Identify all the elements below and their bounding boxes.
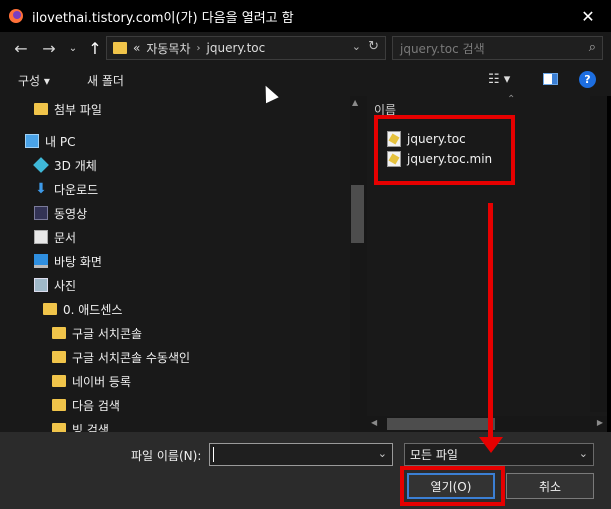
nav-item-label: 구글 서치콘솔 수동색인 bbox=[72, 350, 191, 365]
address-bar[interactable]: « 자동목차 › jquery.toc ⌄ ↻ bbox=[106, 36, 386, 60]
chevron-down-icon[interactable]: ⌄ bbox=[579, 447, 588, 460]
search-input[interactable]: jquery.toc 검색 ⌕ bbox=[392, 36, 603, 60]
nav-item-attachments[interactable]: 첨부 파일 bbox=[34, 98, 102, 120]
js-file-icon bbox=[387, 131, 401, 147]
open-button[interactable]: 열기(O) bbox=[407, 473, 495, 499]
filename-input[interactable]: ⌄ bbox=[209, 443, 393, 466]
nav-item-label: 첨부 파일 bbox=[54, 102, 102, 117]
folder-icon bbox=[34, 103, 48, 115]
nav-item-videos[interactable]: 동영상 bbox=[34, 202, 87, 224]
breadcrumb-item[interactable]: 자동목차 bbox=[146, 40, 190, 57]
folder-icon bbox=[52, 399, 66, 411]
file-list-vscrollbar[interactable] bbox=[590, 96, 607, 412]
breadcrumb-overflow[interactable]: « bbox=[133, 41, 140, 55]
filename-label: 파일 이름(N): bbox=[131, 449, 202, 463]
folder-icon bbox=[43, 303, 57, 315]
chevron-down-icon[interactable]: ⌄ bbox=[378, 447, 387, 460]
forward-arrow-icon[interactable]: → bbox=[38, 38, 60, 58]
nav-item-label: 0. 애드센스 bbox=[63, 302, 123, 317]
3d-objects-icon bbox=[33, 157, 49, 173]
scroll-right-icon[interactable]: ▶ bbox=[597, 418, 603, 427]
nav-item-label: 다음 검색 bbox=[72, 398, 120, 413]
window-title: ilovethai.tistory.com이(가) 다음을 열려고 함 bbox=[32, 10, 294, 26]
nav-item-label: 사진 bbox=[54, 278, 77, 293]
nav-item-pictures[interactable]: 사진 bbox=[34, 274, 76, 296]
nav-item-label: 내 PC bbox=[45, 134, 76, 149]
folder-icon bbox=[52, 375, 66, 387]
navigation-pane[interactable]: 첨부 파일 내 PC 3D 개체 ⬇ 다운로드 동영상 문서 바탕 화면 사진 … bbox=[0, 96, 350, 432]
file-type-value: 모든 파일 bbox=[410, 448, 458, 462]
nav-scrollbar[interactable] bbox=[350, 96, 367, 432]
file-list-hscrollbar[interactable]: ◀ ▶ bbox=[367, 416, 607, 432]
folder-icon bbox=[52, 423, 66, 432]
document-icon bbox=[34, 230, 48, 244]
nav-scrollbar-thumb[interactable] bbox=[351, 185, 364, 243]
folder-icon bbox=[52, 351, 66, 363]
nav-item-documents[interactable]: 문서 bbox=[34, 226, 76, 248]
cancel-button[interactable]: 취소 bbox=[506, 473, 594, 499]
nav-item-label: 다운로드 bbox=[54, 182, 99, 197]
command-bar: 구성 ▾ 새 폴더 ☷ ▾ ? bbox=[0, 64, 611, 96]
nav-item-label: 바탕 화면 bbox=[54, 254, 102, 269]
file-item[interactable]: jquery.toc bbox=[387, 129, 466, 149]
scroll-left-icon[interactable]: ◀ bbox=[371, 418, 377, 427]
folder-icon bbox=[113, 42, 127, 54]
download-icon: ⬇ bbox=[35, 181, 47, 197]
text-caret bbox=[213, 447, 214, 462]
hscrollbar-thumb[interactable] bbox=[387, 418, 495, 430]
folder-icon bbox=[52, 327, 66, 339]
nav-item-label: 빙 검색 bbox=[72, 422, 109, 433]
nav-item-adsense[interactable]: 0. 애드센스 bbox=[43, 298, 122, 320]
close-button[interactable]: ✕ bbox=[565, 0, 611, 32]
refresh-icon[interactable]: ↻ bbox=[368, 39, 379, 54]
nav-item-label: 동영상 bbox=[54, 206, 88, 221]
nav-item-label: 네이버 등록 bbox=[72, 374, 132, 389]
new-folder-button[interactable]: 새 폴더 bbox=[87, 72, 124, 89]
file-name: jquery.toc bbox=[407, 132, 466, 146]
nav-item-google-search-console[interactable]: 구글 서치콘솔 bbox=[52, 322, 142, 344]
up-arrow-icon[interactable]: ↑ bbox=[84, 38, 106, 58]
nav-item-label: 구글 서치콘솔 bbox=[72, 326, 143, 341]
dialog-footer: 파일 이름(N): ⌄ 모든 파일 ⌄ 열기(O) 취소 bbox=[0, 432, 611, 509]
annotation-arrow-head-icon bbox=[479, 437, 503, 453]
preview-pane-icon[interactable] bbox=[543, 73, 558, 85]
nav-item-label: 문서 bbox=[54, 230, 77, 245]
column-header-name[interactable]: 이름 bbox=[374, 101, 396, 118]
js-file-icon bbox=[387, 151, 401, 167]
file-name: jquery.toc.min bbox=[407, 152, 493, 166]
nav-item-label: 3D 개체 bbox=[54, 158, 97, 173]
address-row: ← → ⌄ ↑ « 자동목차 › jquery.toc ⌄ ↻ jquery.t… bbox=[0, 32, 611, 64]
nav-item-desktop[interactable]: 바탕 화면 bbox=[34, 250, 102, 272]
nav-item-daum[interactable]: 다음 검색 bbox=[52, 394, 120, 416]
sort-ascending-icon: ⌃ bbox=[507, 94, 516, 105]
recent-dropdown-icon[interactable]: ⌄ bbox=[62, 38, 84, 58]
scroll-up-icon[interactable]: ▲ bbox=[352, 98, 358, 107]
back-arrow-icon[interactable]: ← bbox=[10, 38, 32, 58]
nav-item-3d-objects[interactable]: 3D 개체 bbox=[33, 154, 97, 176]
file-list[interactable]: 이름 ⌃ jquery.toc jquery.toc.min bbox=[367, 94, 607, 416]
nav-item-bing[interactable]: 빙 검색 bbox=[52, 418, 109, 432]
breadcrumb-separator-icon[interactable]: › bbox=[197, 43, 201, 54]
search-placeholder: jquery.toc 검색 bbox=[400, 41, 485, 56]
search-icon: ⌕ bbox=[588, 40, 596, 55]
address-dropdown-icon[interactable]: ⌄ bbox=[352, 40, 361, 53]
pc-icon bbox=[25, 134, 39, 148]
picture-icon bbox=[34, 278, 48, 292]
help-icon[interactable]: ? bbox=[579, 71, 596, 88]
nav-item-this-pc[interactable]: 내 PC bbox=[25, 130, 75, 152]
annotation-arrow-line bbox=[488, 203, 493, 440]
desktop-icon bbox=[34, 254, 48, 268]
video-icon bbox=[34, 206, 48, 220]
nav-item-naver[interactable]: 네이버 등록 bbox=[52, 370, 131, 392]
file-item[interactable]: jquery.toc.min bbox=[387, 149, 492, 169]
view-options-icon[interactable]: ☷ ▾ bbox=[488, 72, 510, 87]
title-bar: ilovethai.tistory.com이(가) 다음을 열려고 함 ✕ bbox=[0, 0, 611, 32]
nav-item-google-search-console-manual[interactable]: 구글 서치콘솔 수동색인 bbox=[52, 346, 190, 368]
firefox-icon bbox=[9, 9, 23, 23]
breadcrumb-item[interactable]: jquery.toc bbox=[207, 41, 266, 55]
organize-button[interactable]: 구성 ▾ bbox=[18, 72, 50, 89]
nav-item-downloads[interactable]: ⬇ 다운로드 bbox=[34, 178, 98, 200]
